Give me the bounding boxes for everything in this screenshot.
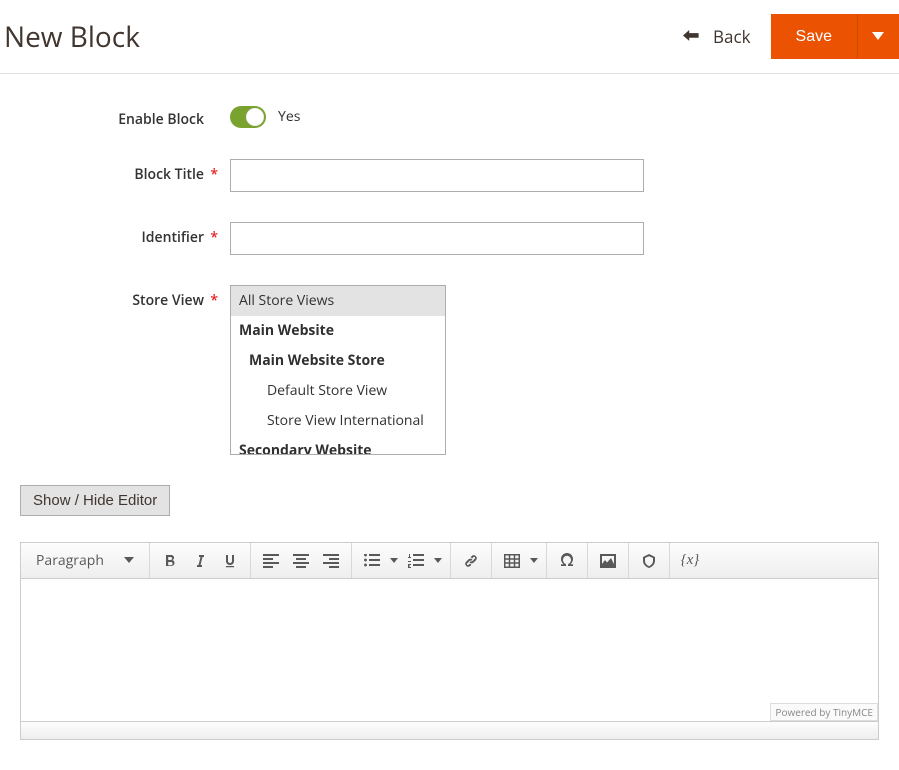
- underline-button[interactable]: [216, 547, 244, 575]
- save-options-toggle[interactable]: [857, 14, 899, 59]
- numbered-list-options[interactable]: [432, 547, 444, 575]
- enable-block-label: Enable Block: [20, 104, 230, 129]
- store-view-select[interactable]: All Store ViewsMain WebsiteMain Website …: [230, 285, 446, 455]
- numbered-list-button[interactable]: [402, 547, 430, 575]
- editor-content[interactable]: Powered by TinyMCE: [21, 579, 878, 721]
- italic-icon: [193, 554, 207, 568]
- store-view-option[interactable]: Secondary Website: [231, 436, 445, 455]
- bullet-list-icon: [364, 554, 380, 568]
- block-title-input[interactable]: [230, 159, 644, 192]
- form: Enable Block Yes Block Title Identifier …: [0, 74, 899, 455]
- back-label: Back: [713, 25, 751, 48]
- numbered-list-icon: [408, 554, 424, 568]
- format-select-label: Paragraph: [36, 551, 104, 570]
- caret-down-icon: [434, 558, 442, 564]
- image-button[interactable]: [594, 547, 622, 575]
- link-button[interactable]: [457, 547, 485, 575]
- variable-button[interactable]: {x}: [676, 547, 704, 575]
- store-view-option[interactable]: Main Website: [231, 316, 445, 346]
- enable-block-toggle[interactable]: [230, 106, 266, 128]
- bullet-list-button[interactable]: [358, 547, 386, 575]
- align-center-button[interactable]: [287, 547, 315, 575]
- block-title-label: Block Title: [20, 159, 230, 184]
- store-view-option[interactable]: Store View International: [231, 406, 445, 436]
- toggle-editor-button[interactable]: Show / Hide Editor: [20, 485, 170, 516]
- save-button[interactable]: Save: [771, 14, 857, 59]
- caret-down-icon: [530, 558, 538, 564]
- store-view-label: Store View: [20, 285, 230, 310]
- toggle-editor-label: Show / Hide Editor: [33, 492, 157, 509]
- enable-block-value: Yes: [278, 107, 300, 126]
- row-store-view: Store View All Store ViewsMain WebsiteMa…: [0, 285, 899, 455]
- table-button[interactable]: [498, 547, 526, 575]
- bold-button[interactable]: [156, 547, 184, 575]
- row-enable-block: Enable Block Yes: [0, 104, 899, 129]
- image-icon: [600, 554, 616, 568]
- page-header: New Block Back Save: [0, 0, 899, 74]
- table-icon: [504, 554, 520, 568]
- bullet-list-options[interactable]: [388, 547, 400, 575]
- align-center-icon: [293, 554, 309, 568]
- variable-icon: {x}: [681, 552, 700, 569]
- widget-button[interactable]: [635, 547, 663, 575]
- store-view-option[interactable]: Main Website Store: [231, 346, 445, 376]
- page-title: New Block: [4, 18, 140, 56]
- arrow-left-icon: [683, 30, 703, 44]
- editor: Paragraph: [20, 542, 879, 740]
- format-select[interactable]: Paragraph: [27, 548, 143, 573]
- row-block-title: Block Title: [0, 159, 899, 192]
- italic-button[interactable]: [186, 547, 214, 575]
- powered-by-label: Powered by TinyMCE: [770, 703, 878, 721]
- editor-statusbar: [21, 721, 878, 739]
- save-label: Save: [796, 28, 832, 46]
- bold-icon: [163, 554, 177, 568]
- omega-icon: [559, 553, 575, 568]
- identifier-label: Identifier: [20, 222, 230, 247]
- align-left-button[interactable]: [257, 547, 285, 575]
- store-view-option[interactable]: All Store Views: [231, 286, 445, 316]
- caret-down-icon: [124, 557, 134, 565]
- special-char-button[interactable]: [553, 547, 581, 575]
- align-left-icon: [263, 554, 279, 568]
- underline-icon: [223, 554, 237, 568]
- header-actions: Back Save: [683, 14, 899, 59]
- identifier-input[interactable]: [230, 222, 644, 255]
- store-view-option[interactable]: Default Store View: [231, 376, 445, 406]
- widget-icon: [641, 553, 657, 569]
- caret-down-icon: [872, 32, 884, 42]
- caret-down-icon: [390, 558, 398, 564]
- back-button[interactable]: Back: [683, 25, 751, 48]
- link-icon: [463, 553, 479, 569]
- row-identifier: Identifier: [0, 222, 899, 255]
- table-options[interactable]: [528, 547, 540, 575]
- align-right-button[interactable]: [317, 547, 345, 575]
- align-right-icon: [323, 554, 339, 568]
- editor-toolbar: Paragraph: [21, 543, 878, 579]
